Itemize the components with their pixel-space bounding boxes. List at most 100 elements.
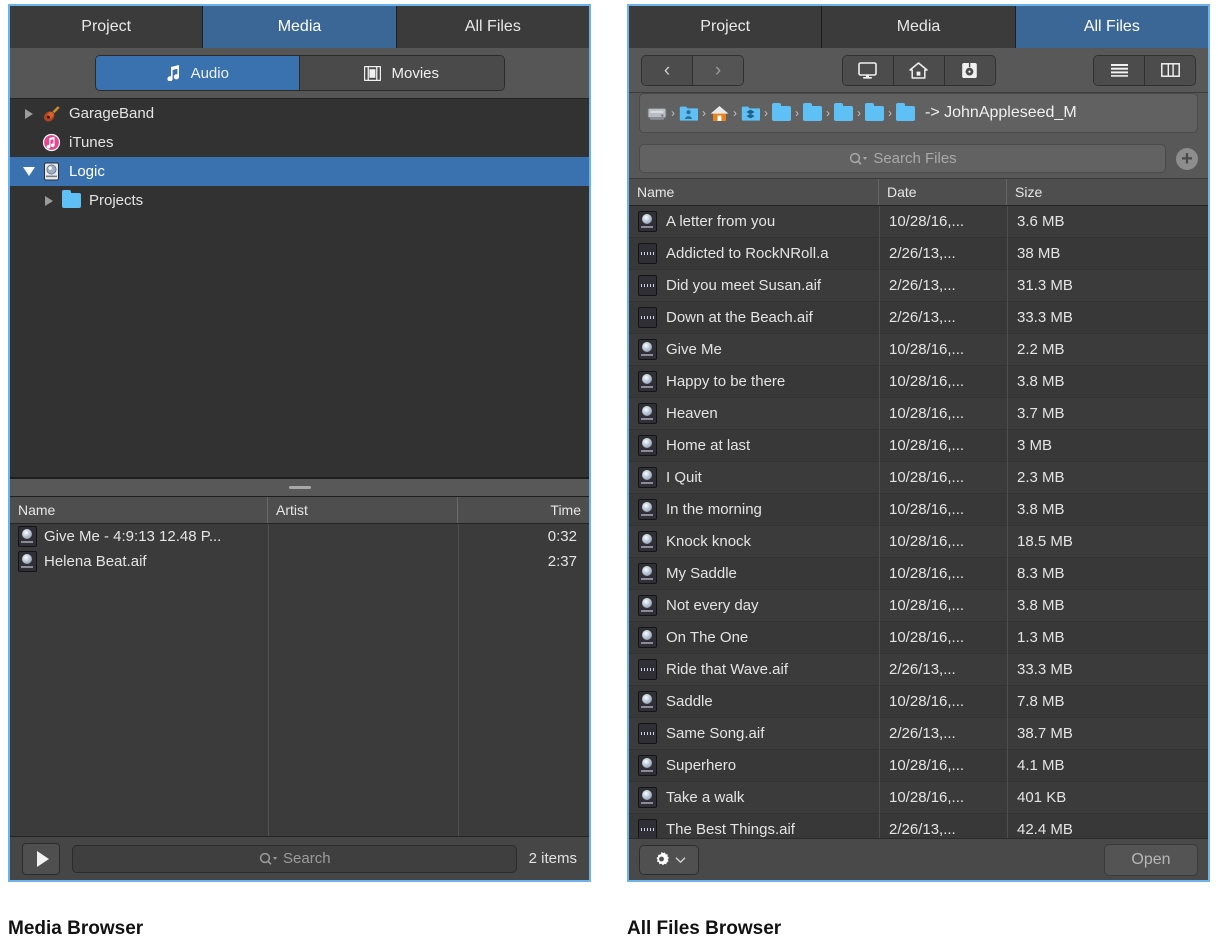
table-row[interactable]: Heaven 10/28/16,... 3.7 MB [629,398,1208,430]
table-row[interactable]: Down at the Beach.aif 2/26/13,... 33.3 MB [629,302,1208,334]
folder-icon[interactable] [865,102,884,121]
search-files-input[interactable]: Search Files [639,144,1166,173]
home-folder-icon[interactable] [710,105,729,122]
segment-movies-label: Movies [391,64,439,82]
segment-movies[interactable]: Movies [299,56,504,90]
file-row-name-cell: Down at the Beach.aif [629,307,879,328]
file-row-name: Ride that Wave.aif [666,661,788,678]
file-row-size: 18.5 MB [1017,533,1073,550]
column-header-artist[interactable]: Artist [268,497,458,523]
file-row-date: 10/28/16,... [889,469,965,486]
file-row-size: 2.2 MB [1017,341,1065,358]
disclosure-triangle-icon[interactable] [18,167,40,176]
logic-project-icon [18,526,37,547]
tab-media[interactable]: Media [203,6,397,48]
file-row-name-cell: Take a walk [629,787,879,808]
segment-audio[interactable]: Audio [95,56,299,90]
tree-item-garageband[interactable]: GarageBand [10,99,589,128]
column-header-date[interactable]: Date [879,179,1007,205]
table-row[interactable]: On The One 10/28/16,... 1.3 MB [629,622,1208,654]
table-row[interactable]: Did you meet Susan.aif 2/26/13,... 31.3 MB [629,270,1208,302]
folder-icon[interactable] [803,102,822,121]
file-row-date: 2/26/13,... [889,725,956,742]
tab-all-files[interactable]: All Files [396,6,589,48]
computer-location-button[interactable] [842,55,893,85]
tree-item-projects[interactable]: Projects [10,186,589,215]
table-row[interactable]: A letter from you 10/28/16,... 3.6 MB [629,206,1208,238]
file-row-name-cell: Superhero [629,755,879,776]
hard-disk-icon[interactable] [647,105,667,122]
column-header-name[interactable]: Name [629,179,879,205]
path-separator: › [795,106,799,120]
folder-icon[interactable] [896,102,915,121]
tab-media[interactable]: Media [822,6,1016,48]
path-trailing-label: -> JohnAppleseed_M [925,104,1077,121]
tree-item-itunes[interactable]: iTunes [10,128,589,157]
path-separator: › [826,106,830,120]
back-button[interactable]: ‹ [642,55,692,85]
column-header-name[interactable]: Name [10,497,268,523]
folder-icon[interactable] [772,102,791,121]
file-row-name: Not every day [666,597,759,614]
path-separator: › [857,106,861,120]
search-icon [258,852,280,866]
file-row-name-cell: Did you meet Susan.aif [629,275,879,296]
media-source-tree: GarageBand iTunes Logic Projects [10,99,589,478]
table-row[interactable]: Same Song.aif 2/26/13,... 38.7 MB [629,718,1208,750]
column-header-time[interactable]: Time [458,497,589,523]
music-note-icon [166,65,181,81]
disk-location-button[interactable] [943,55,995,85]
file-row-size: 2.3 MB [1017,469,1065,486]
file-row-name: My Saddle [666,565,737,582]
table-row[interactable]: Saddle 10/28/16,... 7.8 MB [629,686,1208,718]
home-location-button[interactable] [892,55,944,85]
table-row[interactable]: Give Me - 4:9:13 12.48 P... 0:32 [10,524,589,549]
play-button[interactable] [22,842,60,875]
list-view-button[interactable] [1094,55,1144,85]
plus-icon[interactable]: + [1176,147,1198,170]
files-table-header: Name Date Size [629,179,1208,206]
table-row[interactable]: Take a walk 10/28/16,... 401 KB [629,782,1208,814]
dropbox-folder-icon[interactable] [741,105,760,121]
audio-waveform-icon [638,659,657,680]
disclosure-triangle-icon[interactable] [38,195,60,206]
tab-project[interactable]: Project [10,6,204,48]
users-folder-icon[interactable] [679,105,698,121]
table-row[interactable]: I Quit 10/28/16,... 2.3 MB [629,462,1208,494]
media-table-body: Give Me - 4:9:13 12.48 P... 0:32 Helena … [10,524,589,836]
disclosure-triangle-icon[interactable] [18,108,40,119]
table-row[interactable]: Give Me 10/28/16,... 2.2 MB [629,334,1208,366]
forward-button[interactable]: › [692,55,743,85]
panel-splitter-handle[interactable] [10,478,589,497]
file-row-name-cell: The Best Things.aif [629,819,879,838]
column-header-size[interactable]: Size [1007,179,1208,205]
logic-project-icon [638,531,657,552]
table-row[interactable]: Addicted to RockNRoll.a 2/26/13,... 38 MB [629,238,1208,270]
open-button[interactable]: Open [1104,843,1198,876]
table-row[interactable]: Knock knock 10/28/16,... 18.5 MB [629,526,1208,558]
table-row[interactable]: Helena Beat.aif 2:37 [10,549,589,574]
path-breadcrumb[interactable]: › › › › › › › › -> JohnAppleseed_M [639,93,1198,133]
column-view-button[interactable] [1144,55,1195,85]
table-row[interactable]: The Best Things.aif 2/26/13,... 42.4 MB [629,814,1208,838]
table-row[interactable]: Happy to be there 10/28/16,... 3.8 MB [629,366,1208,398]
table-row[interactable]: Ride that Wave.aif 2/26/13,... 33.3 MB [629,654,1208,686]
table-row[interactable]: My Saddle 10/28/16,... 8.3 MB [629,558,1208,590]
tab-project[interactable]: Project [629,6,823,48]
file-row-name: Happy to be there [666,373,786,390]
tree-item-logic[interactable]: Logic [10,157,589,186]
table-row[interactable]: Home at last 10/28/16,... 3 MB [629,430,1208,462]
file-row-size: 31.3 MB [1017,277,1073,294]
tab-all-files[interactable]: All Files [1015,6,1208,48]
file-row-name: In the morning [666,501,762,518]
action-menu-button[interactable] [639,844,699,875]
media-browser-panel: Project Media All Files Audio Movies Gar… [8,4,591,882]
table-row[interactable]: Superhero 10/28/16,... 4.1 MB [629,750,1208,782]
table-row[interactable]: Not every day 10/28/16,... 3.8 MB [629,590,1208,622]
table-row[interactable]: In the morning 10/28/16,... 3.8 MB [629,494,1208,526]
search-input[interactable]: Search [72,844,517,873]
file-row-size: 1.3 MB [1017,629,1065,646]
logic-project-icon [638,691,657,712]
folder-icon[interactable] [834,102,853,121]
file-row-name-cell: Happy to be there [629,371,879,392]
